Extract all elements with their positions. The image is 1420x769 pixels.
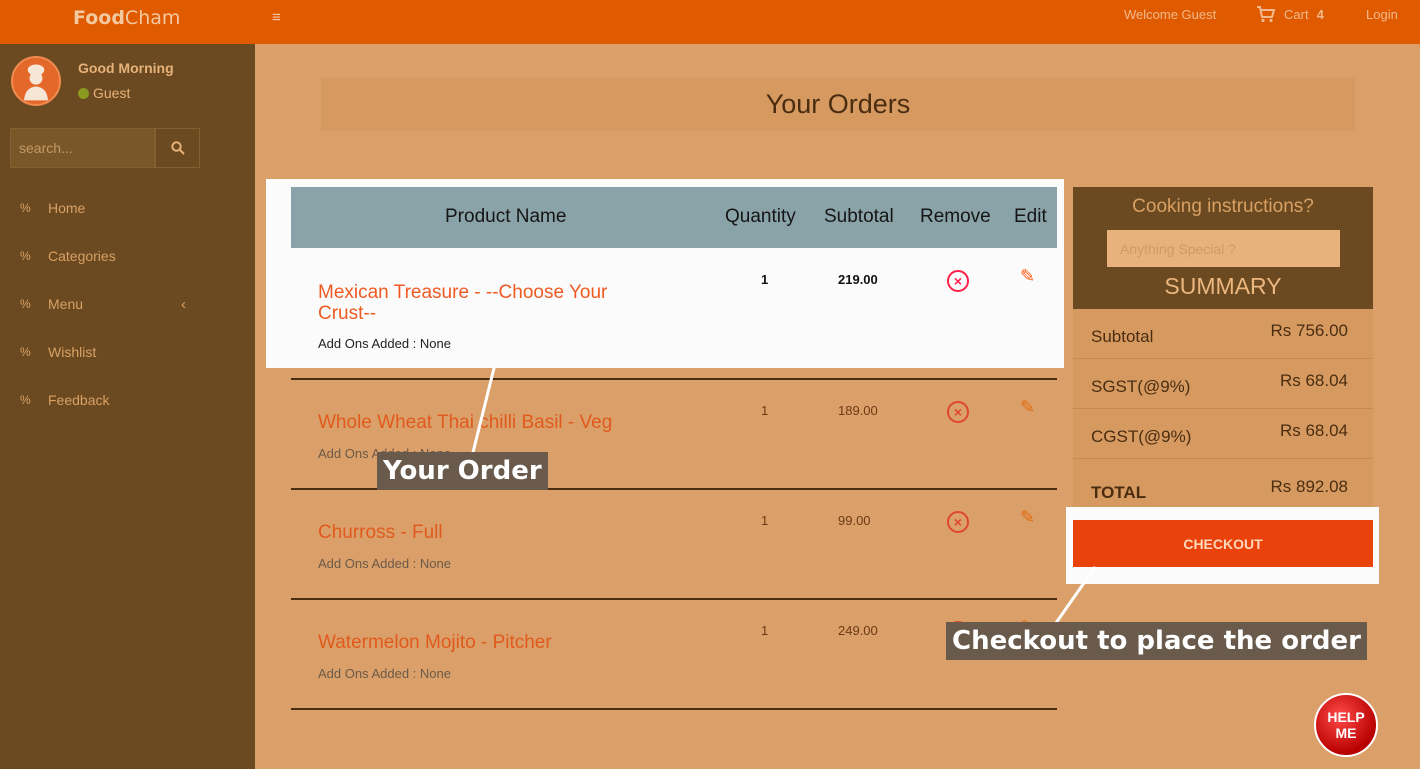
remove-icon[interactable]: × xyxy=(947,511,969,533)
page-title-bar: Your Orders xyxy=(321,78,1355,131)
checkout-button[interactable]: CHECKOUT xyxy=(1073,520,1373,567)
column-header-subtotal: Subtotal xyxy=(824,206,894,227)
link-icon: % xyxy=(20,249,31,263)
orders-table-header: Product Name Quantity Subtotal Remove Ed… xyxy=(291,187,1057,248)
hamburger-icon[interactable]: ≡ xyxy=(272,9,281,26)
edit-pencil-icon[interactable]: ✎ xyxy=(1020,507,1035,528)
cooking-instructions-box: Cooking instructions? SUMMARY xyxy=(1073,187,1373,309)
summary-title: SUMMARY xyxy=(1164,273,1282,299)
help-label: ME xyxy=(1335,725,1357,741)
sidebar-item-menu[interactable]: % Menu ‹ xyxy=(0,280,255,328)
remove-icon[interactable]: × xyxy=(947,401,969,423)
sidebar-item-label: Wishlist xyxy=(48,344,97,360)
edit-pencil-icon[interactable]: ✎ xyxy=(1020,397,1035,418)
search-input[interactable] xyxy=(10,128,155,168)
product-name[interactable]: Watermelon Mojito - Pitcher xyxy=(318,632,648,653)
link-icon: % xyxy=(20,345,31,359)
sidebar-item-label: Menu xyxy=(48,296,84,312)
subtotal-value: 249.00 xyxy=(838,623,878,638)
table-row: Churross - Full Add Ons Added : None 1 9… xyxy=(291,490,1057,600)
online-dot-icon xyxy=(78,87,89,99)
chef-avatar-icon xyxy=(24,64,48,101)
column-header-remove: Remove xyxy=(920,206,991,227)
table-header: Product Name Quantity Subtotal Remove Ed… xyxy=(291,187,1057,248)
summary-value: Rs 756.00 xyxy=(1270,321,1349,340)
summary-row-sgst: SGST(@9%) Rs 68.04 xyxy=(1073,359,1373,409)
table-row: Watermelon Mojito - Pitcher Add Ons Adde… xyxy=(291,600,1057,710)
subtotal-value: 219.00 xyxy=(838,272,878,287)
column-header-quantity: Quantity xyxy=(725,206,796,227)
summary-label: Subtotal xyxy=(1091,327,1154,346)
help-button[interactable]: HELP ME xyxy=(1314,693,1378,757)
summary-row-cgst: CGST(@9%) Rs 68.04 xyxy=(1073,409,1373,459)
summary-value: Rs 892.08 xyxy=(1270,477,1349,496)
addons-text: Add Ons Added : None xyxy=(318,336,451,351)
page-title: Your Orders xyxy=(765,89,911,119)
column-header-product: Product Name xyxy=(445,206,567,227)
chevron-left-icon: ‹ xyxy=(181,295,186,313)
product-name[interactable]: Churross - Full xyxy=(318,522,648,543)
product-name[interactable]: Mexican Treasure - --Choose Your Crust-- xyxy=(318,282,648,324)
quantity-value: 1 xyxy=(761,272,769,287)
summary-value: Rs 68.04 xyxy=(1279,371,1348,390)
search-button[interactable] xyxy=(155,128,200,168)
help-label: HELP xyxy=(1327,709,1365,725)
summary-row-subtotal: Subtotal Rs 756.00 xyxy=(1073,309,1373,359)
remove-icon[interactable]: × xyxy=(947,270,969,292)
link-icon: % xyxy=(20,393,31,407)
cart-icon xyxy=(1257,6,1276,23)
sidebar-nav: % Home % Categories % Menu ‹ % Wishlist … xyxy=(0,184,255,424)
summary-label: CGST(@9%) xyxy=(1091,427,1192,446)
edit-pencil-icon[interactable]: ✎ xyxy=(1020,266,1035,287)
sidebar: Good Morning Guest % Home % Categories %… xyxy=(0,44,255,769)
login-link[interactable]: Login xyxy=(1366,7,1398,22)
link-icon: % xyxy=(20,297,31,311)
cart-count: 4 xyxy=(1316,6,1324,22)
sidebar-item-home[interactable]: % Home xyxy=(0,184,255,232)
avatar[interactable] xyxy=(11,56,61,106)
quantity-value: 1 xyxy=(761,403,769,418)
subtotal-value: 189.00 xyxy=(838,403,878,418)
user-name: Guest xyxy=(93,85,131,101)
addons-text: Add Ons Added : None xyxy=(318,556,451,571)
sidebar-item-wishlist[interactable]: % Wishlist xyxy=(0,328,255,376)
summary-label: SGST(@9%) xyxy=(1091,377,1191,396)
table-row: Mexican Treasure - --Choose Your Crust--… xyxy=(291,248,1057,380)
link-icon: % xyxy=(20,201,31,215)
welcome-text: Welcome Guest xyxy=(1124,7,1217,22)
brand-bold: Food xyxy=(73,7,125,29)
cooking-instructions-title: Cooking instructions? xyxy=(1132,196,1314,217)
cart-label: Cart xyxy=(1284,6,1309,22)
sidebar-item-label: Feedback xyxy=(48,392,110,408)
summary-value: Rs 68.04 xyxy=(1279,421,1348,440)
quantity-value: 1 xyxy=(761,513,769,528)
summary-label: TOTAL xyxy=(1091,483,1147,502)
summary-panel: Subtotal Rs 756.00 SGST(@9%) Rs 68.04 CG… xyxy=(1073,309,1373,513)
quantity-value: 1 xyxy=(761,623,769,638)
cart-link[interactable]: Cart 4 xyxy=(1256,5,1324,23)
subtotal-value: 99.00 xyxy=(838,513,871,528)
cooking-instructions-input[interactable] xyxy=(1107,230,1340,267)
sidebar-item-label: Categories xyxy=(48,248,116,264)
search-icon xyxy=(170,141,185,155)
sidebar-item-categories[interactable]: % Categories xyxy=(0,232,255,280)
summary-row-total: TOTAL Rs 892.08 xyxy=(1073,459,1373,509)
greeting-text: Good Morning xyxy=(78,60,174,76)
column-header-edit: Edit xyxy=(1014,206,1047,227)
brand-logo[interactable]: FoodCham xyxy=(73,7,180,29)
top-navbar: FoodCham ≡ Welcome Guest Cart 4 Login xyxy=(0,0,1420,44)
callout-your-order: Your Order xyxy=(377,452,548,490)
addons-text: Add Ons Added : None xyxy=(318,666,451,681)
sidebar-item-feedback[interactable]: % Feedback xyxy=(0,376,255,424)
brand-rest: Cham xyxy=(124,7,181,29)
sidebar-search xyxy=(10,128,200,168)
callout-checkout: Checkout to place the order xyxy=(946,622,1367,660)
user-status: Guest xyxy=(78,85,130,101)
sidebar-item-label: Home xyxy=(48,200,86,216)
